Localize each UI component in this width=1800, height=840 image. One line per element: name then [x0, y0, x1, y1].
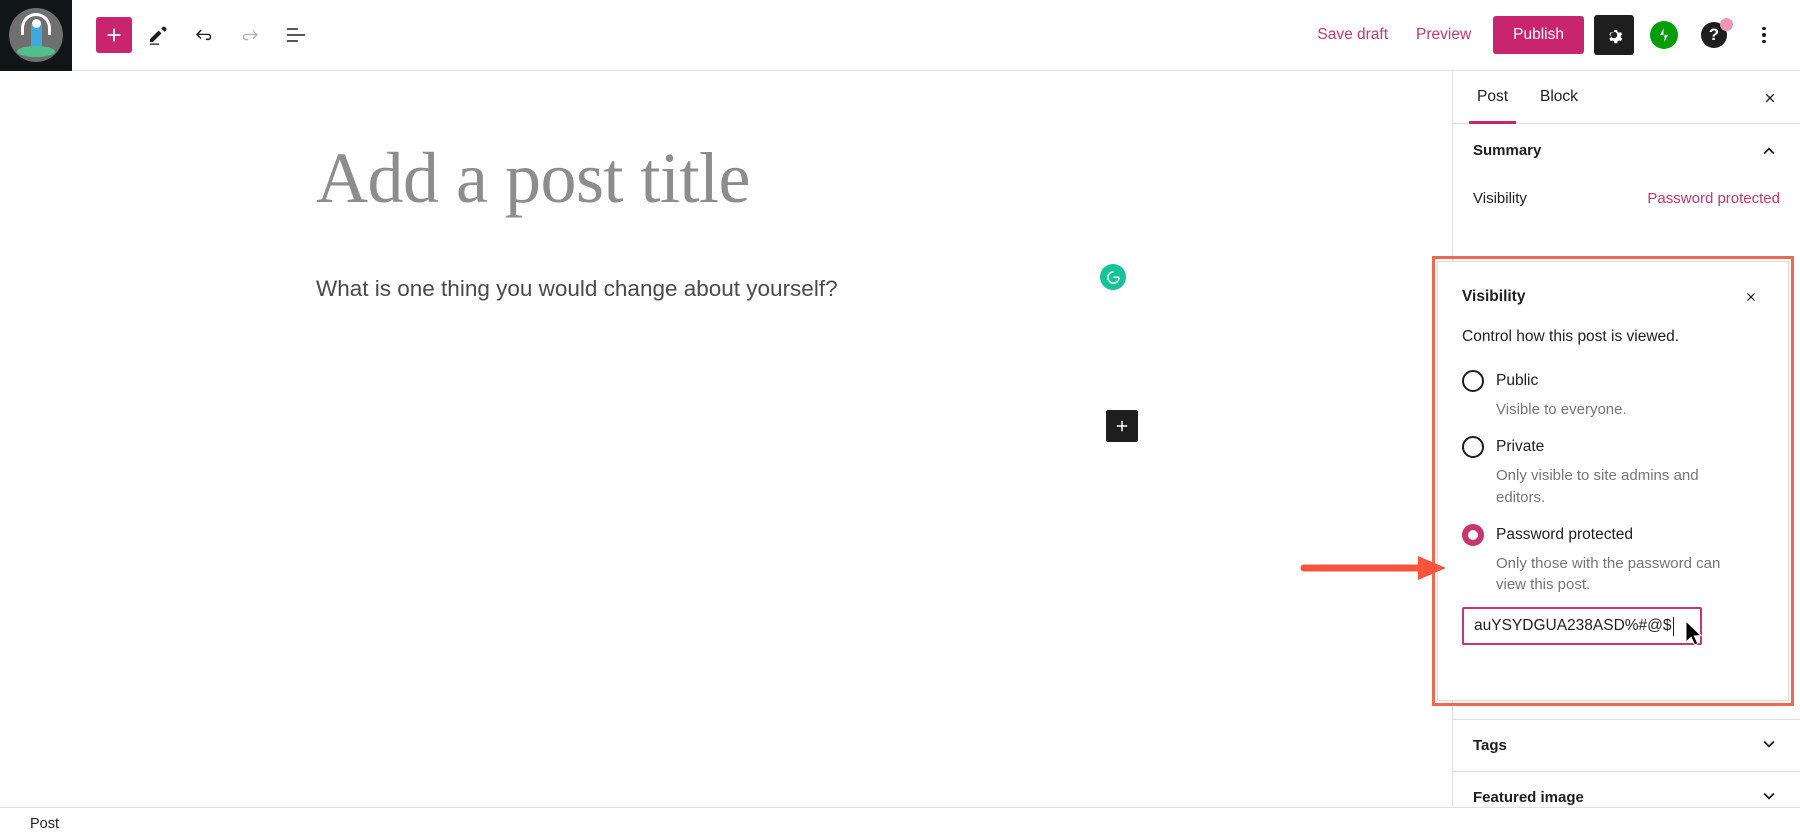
- chevron-down-icon: [1758, 733, 1780, 759]
- help-notification-badge: [1720, 18, 1733, 31]
- radio-help-private: Only visible to site admins and editors.: [1496, 467, 1699, 506]
- visibility-value-button[interactable]: Password protected: [1647, 190, 1780, 207]
- publish-button[interactable]: Publish: [1493, 16, 1584, 54]
- visibility-label: Visibility: [1473, 189, 1527, 207]
- tab-block[interactable]: Block: [1524, 71, 1594, 124]
- radio-icon-private[interactable]: [1462, 436, 1484, 459]
- visibility-row: Visibility Password protected: [1453, 177, 1800, 219]
- popover-close-icon[interactable]: [1738, 284, 1764, 310]
- options-kebab-icon[interactable]: [1744, 15, 1784, 55]
- three-dots-icon: [1762, 26, 1766, 44]
- radio-option-password-protected[interactable]: Password protected Only those with the p…: [1462, 520, 1764, 646]
- redo-button[interactable]: [230, 15, 270, 55]
- radio-label-public: Public: [1496, 372, 1539, 389]
- help-icon[interactable]: ?: [1694, 15, 1734, 55]
- tab-post[interactable]: Post: [1461, 71, 1524, 124]
- editor-canvas[interactable]: Add a post title What is one thing you w…: [0, 71, 1452, 807]
- site-logo-button[interactable]: [0, 0, 72, 71]
- tags-label: Tags: [1473, 737, 1507, 754]
- undo-button[interactable]: [184, 15, 224, 55]
- jetpack-logo: [1650, 21, 1678, 49]
- toolbar-right-group: Save draft Preview Publish ?: [1303, 15, 1800, 55]
- popover-header: Visibility: [1462, 284, 1764, 310]
- editor-breadcrumb-bar: Post: [0, 807, 1800, 840]
- editor-toolbar: Save draft Preview Publish ?: [0, 0, 1800, 71]
- toolbar-left-group: [72, 15, 316, 55]
- summary-label: Summary: [1473, 142, 1542, 159]
- password-input-value: auYSYDGUA238ASD%#@$: [1474, 617, 1672, 635]
- radio-help-public: Visible to everyone.: [1496, 401, 1627, 418]
- chevron-up-icon: [1758, 140, 1780, 162]
- help-circle-icon: ?: [1701, 18, 1733, 48]
- radio-help-password-protected: Only those with the password can view th…: [1496, 554, 1721, 594]
- visibility-popover: Visibility Control how this post is view…: [1437, 261, 1789, 701]
- radio-option-public[interactable]: Public Visible to everyone.: [1462, 366, 1764, 420]
- breadcrumb[interactable]: Post: [30, 816, 59, 832]
- radio-option-private[interactable]: Private Only visible to site admins and …: [1462, 432, 1764, 508]
- preview-button[interactable]: Preview: [1402, 18, 1485, 52]
- radio-icon-public[interactable]: [1462, 370, 1484, 392]
- radio-icon-password-protected[interactable]: [1462, 523, 1484, 546]
- popover-title: Visibility: [1462, 288, 1526, 305]
- grammarly-icon[interactable]: [1100, 264, 1126, 290]
- sidebar-tabs: Post Block: [1453, 71, 1800, 124]
- password-input[interactable]: auYSYDGUA238ASD%#@$: [1462, 607, 1702, 646]
- popover-description: Control how this post is viewed.: [1462, 328, 1680, 345]
- settings-gear-icon[interactable]: [1594, 15, 1634, 55]
- jetpack-icon[interactable]: [1644, 15, 1684, 55]
- text-caret: [1672, 616, 1675, 636]
- list-view-button[interactable]: [276, 15, 316, 55]
- radio-label-private: Private: [1496, 438, 1545, 456]
- summary-section-header[interactable]: Summary: [1453, 124, 1800, 177]
- post-title-placeholder[interactable]: Add a post title: [316, 138, 750, 218]
- save-draft-button[interactable]: Save draft: [1303, 18, 1402, 52]
- featured-image-label: Featured image: [1473, 789, 1584, 806]
- wordpress-block-editor: Save draft Preview Publish ? Add a post …: [0, 0, 1800, 840]
- inline-add-block-button[interactable]: [1106, 410, 1138, 442]
- radio-label-password-protected: Password protected: [1496, 525, 1633, 543]
- edit-pencil-icon[interactable]: [138, 15, 178, 55]
- post-paragraph-block[interactable]: What is one thing you would change about…: [316, 276, 838, 302]
- add-block-button[interactable]: [96, 17, 132, 53]
- close-icon[interactable]: [1752, 80, 1788, 116]
- yoga-logo-icon: [9, 8, 63, 62]
- section-tags[interactable]: Tags: [1453, 719, 1800, 771]
